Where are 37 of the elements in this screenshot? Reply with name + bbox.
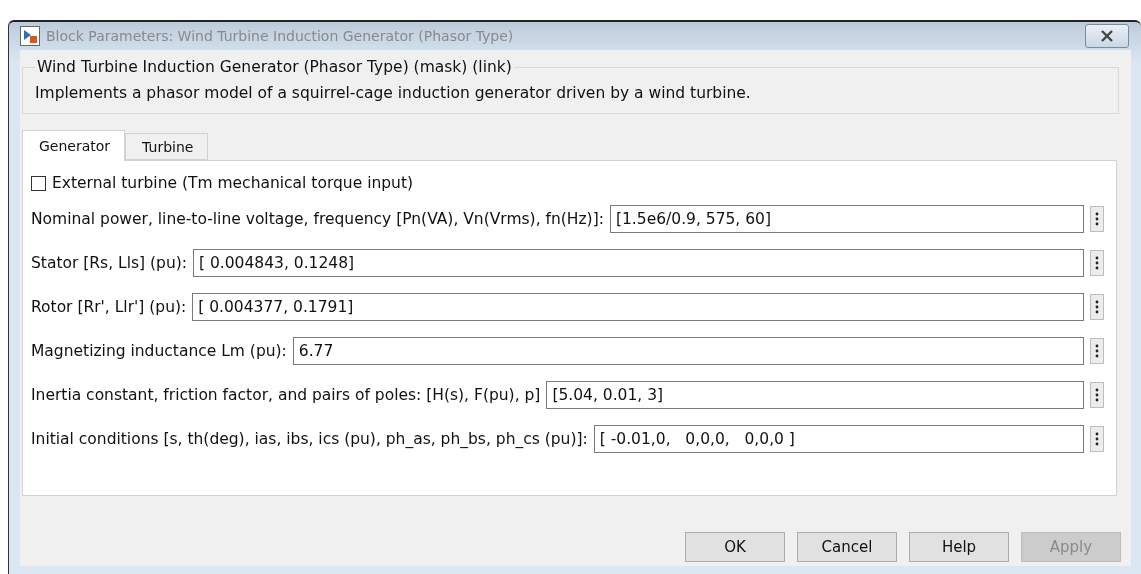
vertical-dots-icon	[1095, 344, 1099, 358]
tab[interactable]: Turbine	[125, 133, 209, 160]
input-field[interactable]: [ 0.004843, 0.1248]	[193, 249, 1084, 277]
vertical-dots-icon	[1095, 388, 1099, 402]
parameter-label: Rotor [Rr', Llr'] (pu):	[31, 298, 187, 316]
dialog-button[interactable]: OK	[685, 532, 785, 562]
input-field[interactable]: [1.5e6/0.9, 575, 60]	[609, 205, 1084, 233]
more-options-button[interactable]	[1090, 250, 1104, 276]
vertical-dots-icon	[1095, 432, 1099, 446]
checkbox[interactable]	[31, 175, 46, 191]
close-icon	[1100, 30, 1114, 42]
block-description: Implements a phasor model of a squirrel-cage induction generator driven by a wind turbine.	[35, 84, 752, 102]
block-icon	[20, 26, 40, 46]
vertical-dots-icon	[1095, 212, 1099, 226]
dialog-button[interactable]: Help	[909, 532, 1009, 562]
more-options-button[interactable]	[1090, 382, 1104, 408]
group-title: Wind Turbine Induction Generator (Phasor Type) (mask) (link)	[36, 58, 513, 76]
parameter-label: Inertia constant, friction factor, and pairs of poles: [H(s), F(pu), p]	[31, 386, 541, 404]
vertical-dots-icon	[1095, 300, 1099, 314]
more-options-button[interactable]	[1090, 338, 1104, 364]
input-field[interactable]: [ 0.004377, 0.1791]	[192, 293, 1084, 321]
input-field[interactable]: [ -0.01,0, 0,0,0, 0,0,0 ]	[593, 425, 1084, 453]
more-options-button[interactable]	[1090, 206, 1104, 232]
parameter-label: Nominal power, line-to-line voltage, frequency [Pn(VA), Vn(Vrms), fn(Hz)]:	[31, 210, 604, 228]
window-title: Block Parameters: Wind Turbine Induction Generator (Phasor Type)	[46, 28, 515, 44]
parameter-label: Stator [Rs, Lls] (pu):	[31, 254, 187, 272]
dialog-button[interactable]: Cancel	[797, 532, 897, 562]
close-button[interactable]	[1085, 24, 1129, 48]
checkbox-label: External turbine (Tm mechanical torque input)	[52, 174, 414, 192]
input-field[interactable]: [5.04, 0.01, 3]	[546, 381, 1084, 409]
parameter-label: Magnetizing inductance Lm (pu):	[31, 342, 287, 360]
tab[interactable]: Generator	[22, 130, 126, 161]
parameter-label: Initial conditions [s, th(deg), ias, ibs, ics (pu), ph_as, ph_bs, ph_cs (pu)]:	[31, 430, 588, 448]
vertical-dots-icon	[1095, 256, 1099, 270]
more-options-button[interactable]	[1090, 426, 1104, 452]
more-options-button[interactable]	[1090, 294, 1104, 320]
input-field[interactable]: 6.77	[292, 337, 1084, 365]
